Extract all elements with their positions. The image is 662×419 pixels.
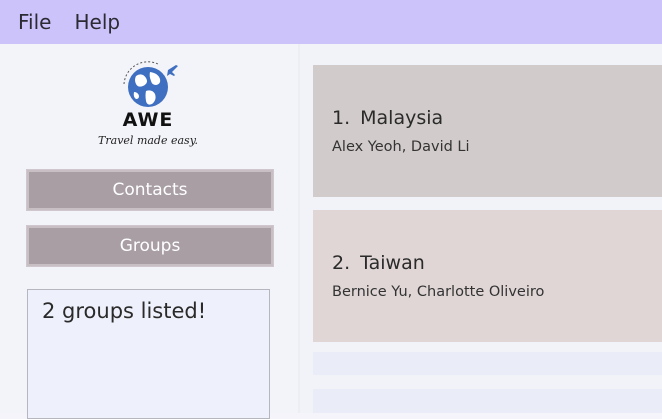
- group-card[interactable]: 2. Taiwan Bernice Yu, Charlotte Oliveiro: [313, 210, 662, 342]
- app-logo: AWE Travel made easy.: [88, 58, 212, 154]
- groups-button[interactable]: Groups: [26, 225, 274, 267]
- group-index: 2.: [332, 252, 351, 274]
- menu-help[interactable]: Help: [74, 0, 120, 44]
- result-display[interactable]: 2 groups listed!: [27, 289, 270, 419]
- menu-file[interactable]: File: [18, 0, 51, 44]
- result-message: 2 groups listed!: [42, 299, 207, 323]
- globe-icon: [123, 61, 178, 107]
- group-members: Alex Yeoh, David Li: [332, 139, 470, 155]
- contacts-button[interactable]: Contacts: [26, 169, 274, 211]
- logo-tagline: Travel made easy.: [98, 134, 198, 147]
- group-members: Bernice Yu, Charlotte Oliveiro: [332, 284, 545, 300]
- group-name: Malaysia: [360, 107, 444, 129]
- group-index: 1.: [332, 107, 351, 129]
- menu-bar: File Help: [0, 0, 662, 44]
- group-name: Taiwan: [360, 252, 425, 274]
- empty-list-row: [313, 352, 662, 375]
- logo-title: AWE: [122, 109, 174, 131]
- empty-list-row: [313, 389, 662, 413]
- group-card[interactable]: 1. Malaysia Alex Yeoh, David Li: [313, 65, 662, 197]
